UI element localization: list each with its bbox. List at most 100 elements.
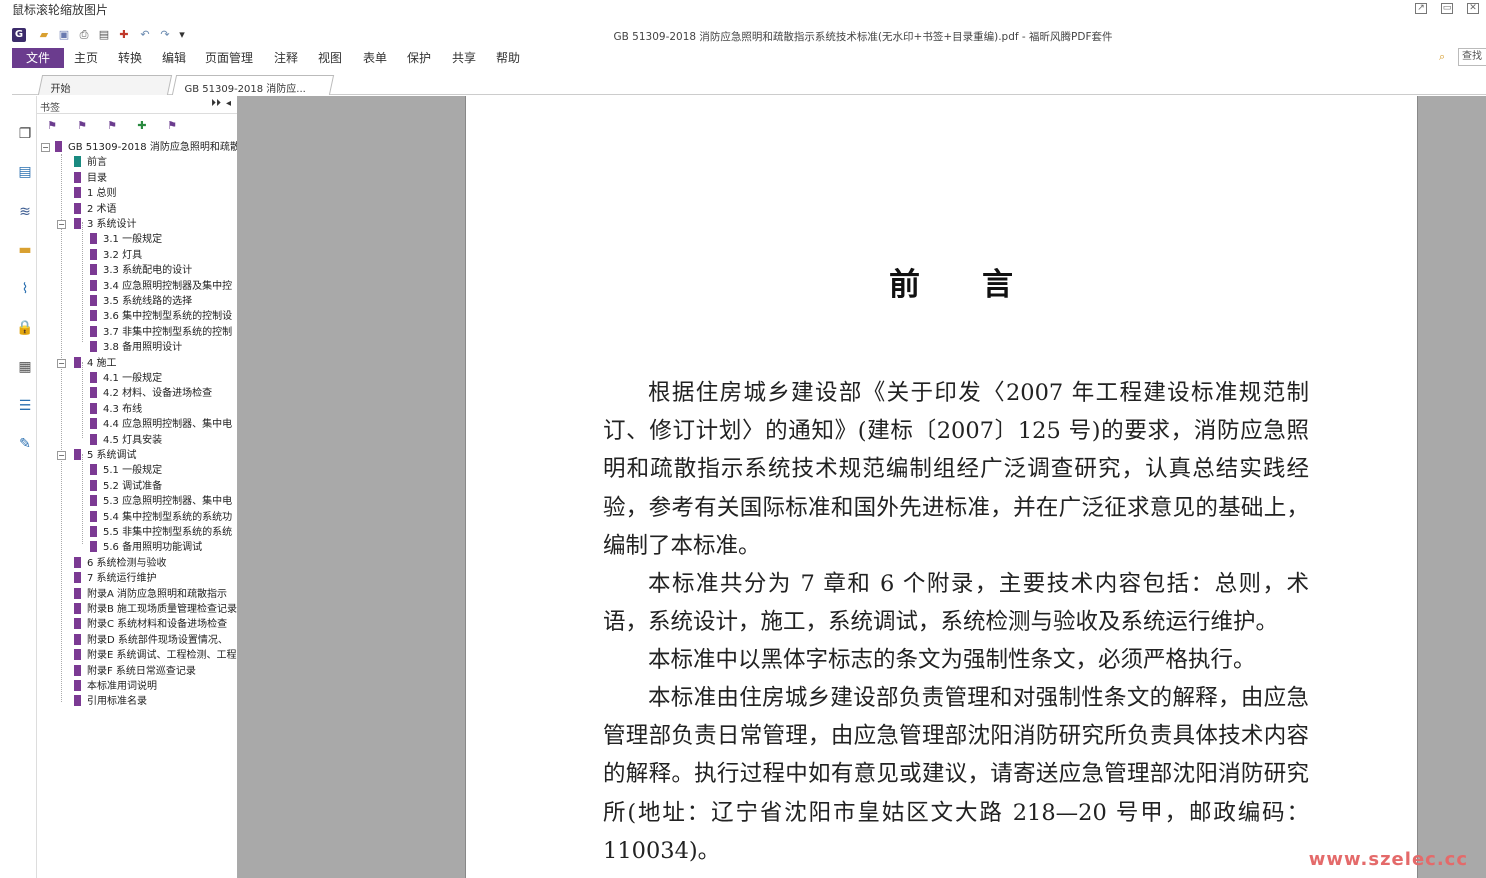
delete-bookmark-icon[interactable]: ⚑ <box>165 119 179 133</box>
menu-comment[interactable]: 注释 <box>274 49 298 66</box>
bookmark-item[interactable]: 5.2 调试准备 <box>90 479 162 494</box>
menu-view[interactable]: 视图 <box>318 49 342 66</box>
redo-icon[interactable]: ↷ <box>158 28 172 42</box>
bookmark-flag-icon <box>74 449 81 460</box>
page-thumbnail-icon[interactable]: ❐ <box>15 124 35 144</box>
bookmark-flag-icon <box>90 464 97 476</box>
bookmark-item[interactable]: 引用标准名录 <box>74 694 147 709</box>
bookmark-label: 5 系统调试 <box>87 450 137 461</box>
bookmark-flag-icon <box>90 479 97 491</box>
search-icon[interactable]: ⌕ <box>1439 50 1453 64</box>
save-icon[interactable]: ▣ <box>57 28 71 42</box>
document-viewport[interactable]: 前言 根据住房城乡建设部《关于印发〈2007 年工程建设标准规范制订、修订计划〉… <box>238 96 1486 878</box>
open-folder-icon[interactable]: ▰ <box>37 28 51 42</box>
new-bookmark-icon[interactable]: ✚ <box>135 119 149 133</box>
pages-icon[interactable]: ▤ <box>15 162 35 182</box>
tab-start[interactable]: 开始 <box>37 75 173 95</box>
bookmark-item[interactable]: 1 总则 <box>74 186 117 201</box>
bookmark-item[interactable]: 4.3 布线 <box>90 402 142 417</box>
bookmark-item[interactable]: 4.5 灯具安装 <box>90 433 162 448</box>
bookmark-item[interactable]: 5.5 非集中控制型系统的系统 <box>90 525 232 540</box>
bookmark-flag-icon <box>90 402 97 414</box>
bookmark-item[interactable]: − 3 系统设计 <box>57 217 137 232</box>
panel-collapse-icon[interactable]: ◂ <box>226 98 231 109</box>
menu-home[interactable]: 主页 <box>74 49 98 66</box>
bookmark-item[interactable]: 附录C 系统材料和设备进场检查 <box>74 617 227 632</box>
bookmark-item[interactable]: 5.4 集中控制型系统的系统功 <box>90 510 232 525</box>
collapse-toggle-icon[interactable]: − <box>57 220 66 229</box>
expand-bookmark-icon[interactable]: ⚑ <box>105 119 119 133</box>
bookmark-flag-icon <box>90 264 97 276</box>
bookmark-item[interactable]: 3.7 非集中控制型系统的控制 <box>90 325 232 340</box>
bookmark-item[interactable]: 附录B 施工现场质量管理检查记录 <box>74 602 237 617</box>
collapse-toggle-icon[interactable]: − <box>41 143 50 152</box>
panel-expand-icon[interactable]: ⏵⏵ <box>211 98 221 109</box>
comments-icon[interactable]: ▬ <box>15 240 35 260</box>
collapse-toggle-icon[interactable]: − <box>57 358 66 368</box>
maximize-icon[interactable]: ▭ <box>1434 0 1460 16</box>
bookmark-item[interactable]: 5.6 备用照明功能调试 <box>90 540 202 555</box>
customize-dropdown-icon[interactable]: ▾ <box>175 28 189 42</box>
new-doc-icon[interactable]: ✚ <box>117 28 131 42</box>
bookmark-item[interactable]: 4.1 一般规定 <box>90 371 162 386</box>
menu-edit[interactable]: 编辑 <box>162 49 186 66</box>
bookmark-item[interactable]: 附录A 消防应急照明和疏散指示 <box>74 587 227 602</box>
signature-icon[interactable]: ✎ <box>15 434 35 454</box>
menu-form[interactable]: 表单 <box>363 49 387 66</box>
bookmark-item[interactable]: 7 系统运行维护 <box>74 571 157 586</box>
bookmark-item[interactable]: 目录 <box>74 171 107 186</box>
add-bookmark-icon[interactable]: ⚑ <box>75 119 89 133</box>
bookmark-toolbar: ⚑ ⚑ ⚑ ✚ ⚑ <box>37 114 237 140</box>
security-lock-icon[interactable]: 🔒 <box>15 318 35 338</box>
app-logo-icon[interactable]: G <box>12 28 26 42</box>
bookmark-item[interactable]: 附录F 系统日常巡查记录 <box>74 664 196 679</box>
bookmark-root[interactable]: − GB 51309-2018 消防应急照明和疏散 <box>41 140 238 155</box>
collapse-toggle-icon[interactable]: − <box>57 451 66 460</box>
bookmark-item[interactable]: 4.2 材料、设备进场检查 <box>90 386 212 401</box>
bookmark-item[interactable]: 附录D 系统部件现场设置情况、 <box>74 633 228 648</box>
menu-share[interactable]: 共享 <box>452 49 476 66</box>
bookmark-item[interactable]: 5.3 应急照明控制器、集中电 <box>90 494 232 509</box>
bookmark-item[interactable]: − 5 系统调试 <box>57 448 137 463</box>
menu-page-management[interactable]: 页面管理 <box>205 49 253 66</box>
print-icon[interactable]: ⎙ <box>77 28 91 42</box>
bookmark-flag-icon <box>74 587 81 599</box>
bookmark-item[interactable]: 3.8 备用照明设计 <box>90 340 182 355</box>
form-fields-icon[interactable]: ☰ <box>15 396 35 416</box>
bookmark-item[interactable]: 附录E 系统调试、工程检测、工程 <box>74 648 237 663</box>
bookmark-item[interactable]: 3.5 系统线路的选择 <box>90 294 192 309</box>
bookmark-item[interactable]: 3.3 系统配电的设计 <box>90 263 192 278</box>
bookmark-options-icon[interactable]: ⚑ <box>45 119 59 133</box>
bookmark-label: 3.8 备用照明设计 <box>103 342 183 354</box>
file-menu-button[interactable]: 文件 <box>12 48 64 68</box>
restore-icon[interactable]: ↗ <box>1408 0 1434 16</box>
bookmark-item[interactable]: − 4 施工 <box>57 356 117 371</box>
menu-convert[interactable]: 转换 <box>118 49 142 66</box>
close-icon[interactable]: ✕ <box>1460 0 1486 16</box>
bookmark-item[interactable]: 3.4 应急照明控制器及集中控 <box>90 279 232 294</box>
bookmark-item[interactable]: 4.4 应急照明控制器、集中电 <box>90 417 232 432</box>
attachment-icon[interactable]: ⌇ <box>15 279 35 299</box>
bookmark-label: 7 系统运行维护 <box>87 573 157 585</box>
bookmark-item[interactable]: 前言 <box>74 155 107 170</box>
menu-help[interactable]: 帮助 <box>496 49 520 66</box>
bookmark-item[interactable]: 3.6 集中控制型系统的控制设 <box>90 309 232 324</box>
bookmark-item[interactable]: 3.2 灯具 <box>90 248 142 263</box>
bookmark-item[interactable]: 本标准用词说明 <box>74 679 157 694</box>
bookmark-flag-icon <box>90 418 97 430</box>
bookmark-label: 3.5 系统线路的选择 <box>103 296 193 307</box>
search-input[interactable]: 查找 <box>1458 48 1486 66</box>
scan-icon[interactable]: ▤ <box>97 28 111 42</box>
bookmark-item[interactable]: 3.1 一般规定 <box>90 232 162 247</box>
bookmark-label: 4.1 一般规定 <box>103 373 163 384</box>
bookmark-flag-icon <box>74 187 81 199</box>
bookmark-item[interactable]: 6 系统检测与验收 <box>74 556 167 571</box>
bookmark-label: GB 51309-2018 消防应急照明和疏散 <box>68 142 238 153</box>
bookmark-item[interactable]: 5.1 一般规定 <box>90 463 162 478</box>
bookmark-item[interactable]: 2 术语 <box>74 202 117 217</box>
layers-icon[interactable]: ≋ <box>15 202 35 222</box>
undo-icon[interactable]: ↶ <box>138 28 152 42</box>
menu-protect[interactable]: 保护 <box>407 49 431 66</box>
document-properties-icon[interactable]: ▦ <box>15 357 35 377</box>
tab-document[interactable]: GB 51309-2018 消防应... × <box>171 75 335 108</box>
